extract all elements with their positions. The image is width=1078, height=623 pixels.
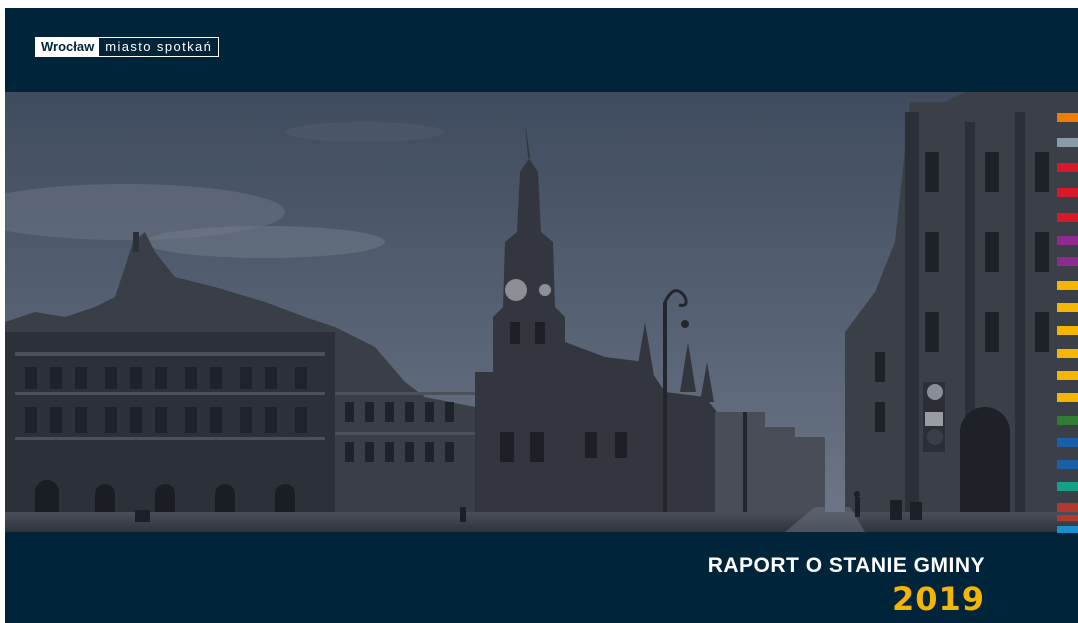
stripe-gray (1057, 138, 1078, 147)
logo-slogan: miasto spotkań (105, 39, 213, 54)
town-hall-photo (5, 92, 1078, 532)
stripe-red (1057, 163, 1078, 172)
stripe-red (1057, 188, 1078, 197)
logo-city-name: Wrocław (36, 38, 100, 56)
stripe-blue (1057, 460, 1078, 469)
stripe-blue (1057, 438, 1078, 447)
stripe-red (1057, 213, 1078, 222)
stripe-green (1057, 416, 1078, 425)
report-year: 2019 (891, 580, 985, 618)
report-cover: Wrocław miasto spotkań RAPORT O STANIE G… (5, 8, 1078, 623)
stripe-yellow (1057, 371, 1078, 380)
wroclaw-logo: Wrocław miasto spotkań (35, 37, 220, 57)
stripe-orange (1057, 113, 1078, 122)
stripe-yellow (1057, 281, 1078, 290)
stripe-teal (1057, 482, 1078, 491)
stripe-purple (1057, 236, 1078, 245)
stripe-yellow (1057, 349, 1078, 358)
stripe-purple (1057, 257, 1078, 266)
stripe-brick (1057, 515, 1078, 521)
report-title: RAPORT O STANIE GMINY (707, 554, 985, 577)
color-stripe-bar (1057, 113, 1078, 533)
stripe-yellow (1057, 303, 1078, 312)
stripe-yellow (1057, 326, 1078, 335)
stripe-yellow (1057, 393, 1078, 402)
stripe-light-blue (1057, 526, 1078, 533)
stripe-brick (1057, 503, 1078, 512)
